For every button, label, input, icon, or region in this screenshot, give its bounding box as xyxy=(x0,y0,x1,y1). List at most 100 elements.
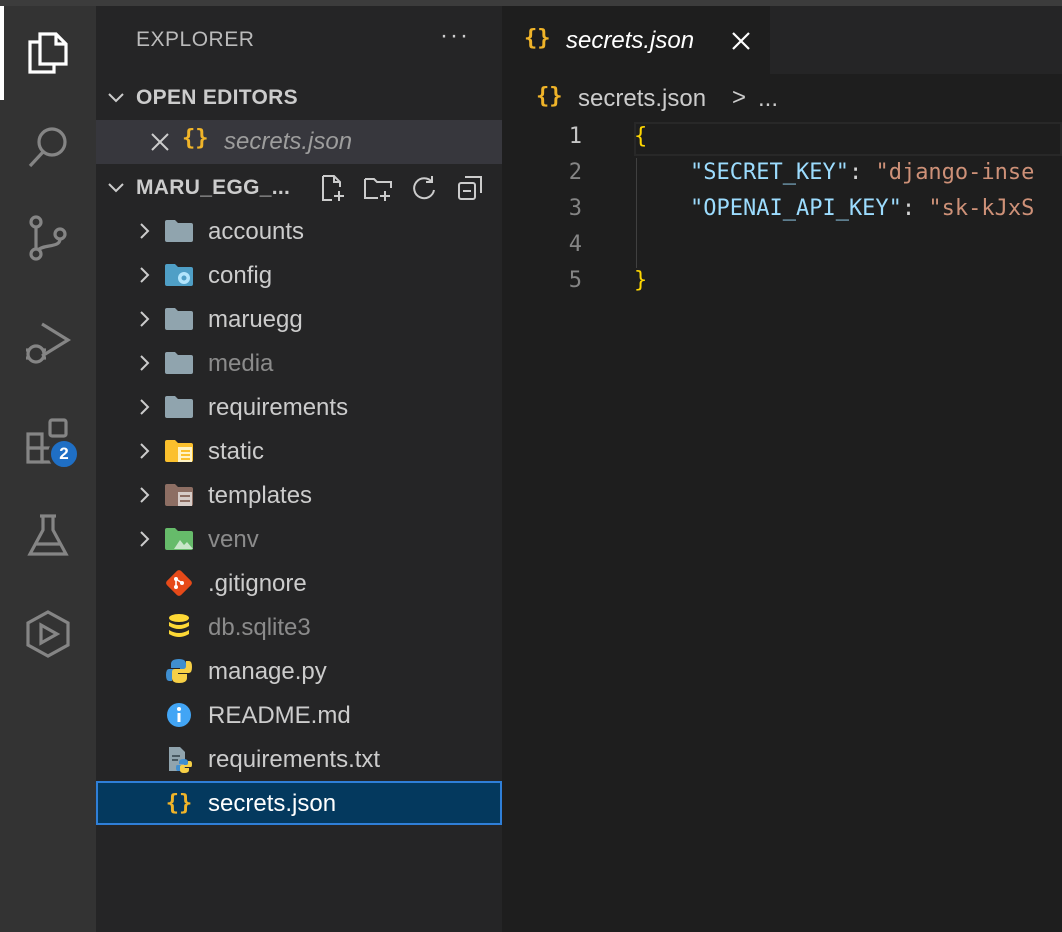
explorer-sidebar: EXPLORER ··· OPEN EDITORS {} secrets.jso… xyxy=(96,6,502,932)
tree-item-label: venv xyxy=(208,526,259,553)
tree-item-label: requirements xyxy=(208,394,349,421)
current-line-highlight xyxy=(634,122,1062,156)
remote-icon[interactable] xyxy=(0,590,96,678)
tree-item-label: manage.py xyxy=(208,658,327,685)
tab-secrets-json[interactable]: {} secrets.json xyxy=(502,6,770,74)
breadcrumb-separator: > xyxy=(732,84,747,111)
testing-icon[interactable] xyxy=(0,492,96,580)
git-icon xyxy=(164,570,194,596)
activity-bar: 2 xyxy=(0,6,96,932)
folder-config-icon xyxy=(164,262,194,288)
folder-icon xyxy=(164,306,194,332)
line-number: 5 xyxy=(568,268,582,293)
tree-folder[interactable]: config xyxy=(96,253,502,297)
tree-item-label: accounts xyxy=(208,218,305,245)
chevron-right-icon xyxy=(134,265,154,285)
database-icon xyxy=(164,614,194,640)
refresh-icon[interactable] xyxy=(408,172,440,204)
chevron-right-icon xyxy=(134,441,154,461)
code-editor[interactable]: 1 2 3 4 5 { "SECRET_KEY": "django-inse "… xyxy=(502,122,1062,932)
chevron-right-icon xyxy=(134,529,154,549)
tree-item-label: README.md xyxy=(208,702,351,729)
chevron-right-icon xyxy=(134,397,154,417)
tree-folder[interactable]: venv xyxy=(96,517,502,561)
new-folder-icon[interactable] xyxy=(362,172,394,204)
tree-folder[interactable]: accounts xyxy=(96,209,502,253)
sidebar-title: EXPLORER xyxy=(136,28,255,51)
python-icon xyxy=(164,658,194,684)
collapse-all-icon[interactable] xyxy=(454,172,486,204)
folder-icon xyxy=(164,350,194,376)
breadcrumb-file[interactable]: secrets.json xyxy=(578,85,706,113)
chevron-right-icon xyxy=(134,309,154,329)
close-brace: } xyxy=(634,268,648,293)
json-icon: {} xyxy=(536,84,563,109)
folder-icon xyxy=(164,394,194,420)
line-number: 2 xyxy=(568,160,582,185)
explorer-icon[interactable] xyxy=(0,8,96,96)
close-icon[interactable] xyxy=(730,30,752,52)
json-icon: {} xyxy=(524,26,551,51)
breadcrumb-symbols[interactable]: ... xyxy=(758,85,778,113)
tab-label: secrets.json xyxy=(566,27,695,54)
code-line-2: "SECRET_KEY": "django-inse xyxy=(690,160,1034,185)
line-number: 4 xyxy=(568,232,582,257)
tree-item-label: .gitignore xyxy=(208,570,307,597)
tree-folder[interactable]: requirements xyxy=(96,385,502,429)
folder-icon xyxy=(164,218,194,244)
python-requirements-icon xyxy=(164,746,194,773)
tree-file[interactable]: db.sqlite3 xyxy=(96,605,502,649)
line-number: 3 xyxy=(568,196,582,221)
tree-file[interactable]: manage.py xyxy=(96,649,502,693)
info-icon xyxy=(164,702,194,728)
json-key: "SECRET_KEY" xyxy=(690,160,849,185)
tree-file[interactable]: requirements.txt xyxy=(96,737,502,781)
tab-bar: {} secrets.json xyxy=(502,6,1062,74)
project-name: MARU_EGG_... xyxy=(136,176,291,199)
close-icon[interactable] xyxy=(148,130,172,154)
open-editor-item[interactable]: {} secrets.json xyxy=(96,120,502,164)
open-editor-name: secrets.json xyxy=(224,128,353,155)
tree-file[interactable]: README.md xyxy=(96,693,502,737)
open-editors-label: OPEN EDITORS xyxy=(136,86,298,109)
folder-static-icon xyxy=(164,438,194,464)
folder-environment-icon xyxy=(164,526,194,552)
breadcrumb: {} secrets.json > ... xyxy=(502,74,1062,122)
search-icon[interactable] xyxy=(0,104,96,192)
json-icon: {} xyxy=(182,126,209,151)
tree-item-label: static xyxy=(208,438,265,465)
json-icon: {} xyxy=(165,790,193,816)
project-header[interactable]: MARU_EGG_... xyxy=(96,166,502,210)
json-key: "OPENAI_API_KEY" xyxy=(690,196,902,221)
tree-folder[interactable]: media xyxy=(96,341,502,385)
json-value: "sk-kJxS xyxy=(928,196,1035,221)
run-debug-icon[interactable] xyxy=(0,298,96,386)
chevron-down-icon xyxy=(96,178,136,198)
tree-item-label: db.sqlite3 xyxy=(208,614,311,641)
tree-item-label: media xyxy=(208,350,274,377)
tree-item-label: maruegg xyxy=(208,306,303,333)
tree-file[interactable]: .gitignore xyxy=(96,561,502,605)
chevron-down-icon xyxy=(96,88,136,108)
colon: : xyxy=(901,196,929,221)
tree-item-label: requirements.txt xyxy=(208,746,381,773)
open-editors-header[interactable]: OPEN EDITORS xyxy=(96,76,502,120)
code-line-5: } xyxy=(634,268,647,293)
more-actions-button[interactable]: ··· xyxy=(440,22,470,50)
colon: : xyxy=(848,160,876,185)
tree-folder[interactable]: static xyxy=(96,429,502,473)
source-control-icon[interactable] xyxy=(0,194,96,282)
tree-file[interactable]: {} secrets.json xyxy=(96,781,502,825)
tree-item-label: secrets.json xyxy=(208,790,337,817)
chevron-right-icon xyxy=(134,485,154,505)
new-file-icon[interactable] xyxy=(316,172,348,204)
json-value: "django-inse xyxy=(875,160,1035,185)
chevron-right-icon xyxy=(134,353,154,373)
tree-item-label: templates xyxy=(208,482,313,509)
extensions-icon[interactable] xyxy=(0,396,96,484)
tree-folder[interactable]: templates xyxy=(96,473,502,517)
code-line-3: "OPENAI_API_KEY": "sk-kJxS xyxy=(690,196,1034,221)
line-number: 1 xyxy=(568,124,582,149)
tree-folder[interactable]: maruegg xyxy=(96,297,502,341)
open-brace: { xyxy=(634,124,648,149)
